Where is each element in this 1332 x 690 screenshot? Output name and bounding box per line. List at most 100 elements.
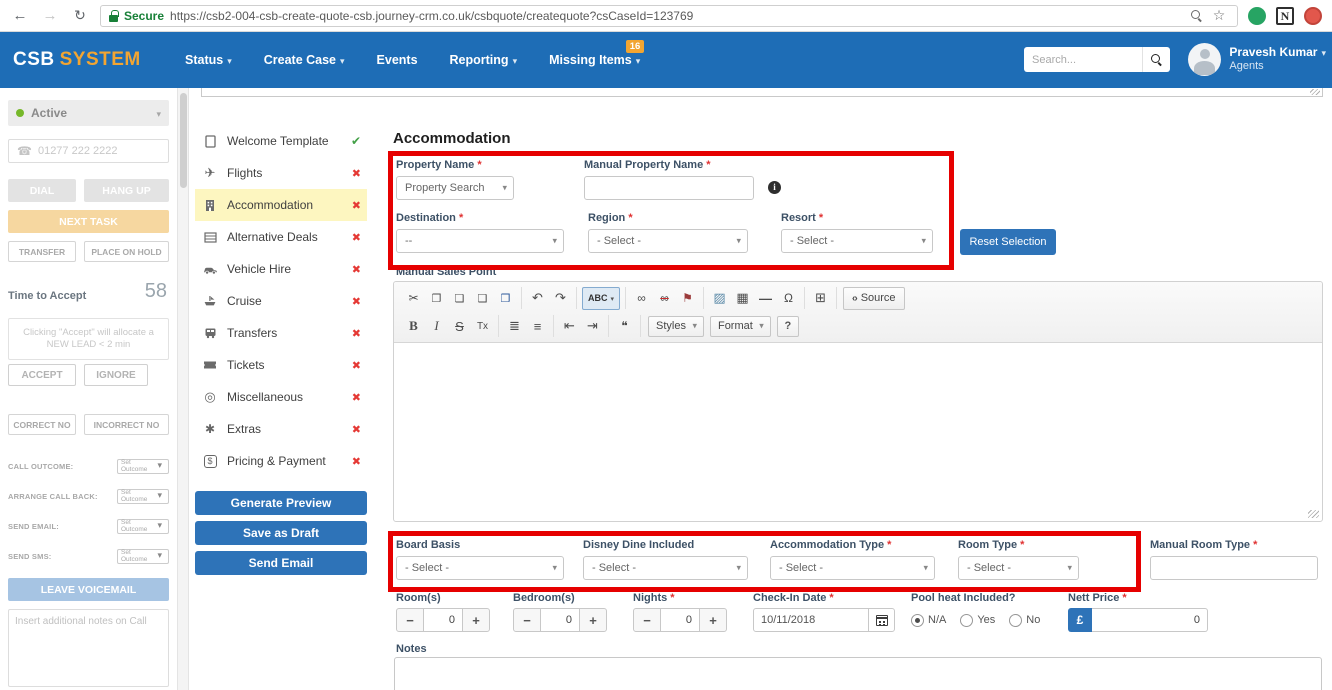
user-menu[interactable]: Pravesh Kumar Agents (1188, 43, 1326, 76)
resize-grip-icon[interactable] (1310, 89, 1320, 95)
leave-voicemail-button[interactable]: LEAVE VOICEMAIL (8, 578, 169, 601)
send-email-select[interactable]: Set Outcome (117, 518, 169, 534)
redo-icon[interactable] (549, 287, 572, 310)
table-icon[interactable] (731, 287, 754, 310)
resort-select[interactable]: - Select - (781, 229, 933, 253)
nav-item-flights[interactable]: Flights (195, 157, 367, 189)
nav-events[interactable]: Events (377, 53, 418, 67)
region-select[interactable]: - Select - (588, 229, 748, 253)
board-basis-select[interactable]: - Select - (396, 556, 564, 580)
ignore-button[interactable]: IGNORE (84, 364, 148, 386)
resize-grip-icon[interactable] (1308, 510, 1319, 518)
hang-up-button[interactable]: HANG UP (84, 179, 169, 202)
save-as-draft-button[interactable]: Save as Draft (195, 521, 367, 545)
nav-item-transfers[interactable]: Transfers (195, 317, 367, 349)
bulleted-list-icon[interactable] (526, 315, 549, 338)
bookmark-star-icon[interactable] (1209, 6, 1229, 26)
manual-property-name-input[interactable] (584, 176, 754, 200)
unlink-icon[interactable] (653, 287, 676, 310)
back-icon[interactable] (10, 6, 30, 26)
paste-as-text-icon[interactable] (471, 287, 494, 310)
horizontal-rule-icon[interactable] (754, 287, 777, 310)
arrange-call-back-select[interactable]: Set Outcome (117, 488, 169, 504)
spellcheck-button[interactable]: ABC (582, 286, 621, 310)
nav-item-accommodation[interactable]: Accommodation (195, 189, 367, 221)
styles-dropdown[interactable]: Styles (648, 315, 704, 337)
plus-button[interactable] (579, 608, 607, 632)
address-bar[interactable]: Secure https://csb2-004-csb-create-quote… (100, 4, 1238, 27)
indent-icon[interactable] (581, 315, 604, 338)
forward-icon[interactable] (40, 6, 60, 26)
nav-item-alternative-deals[interactable]: Alternative Deals (195, 221, 367, 253)
incorrect-no-button[interactable]: INCORRECT NO (84, 414, 169, 435)
refresh-icon[interactable] (70, 6, 90, 26)
nav-item-cruise[interactable]: Cruise (195, 285, 367, 317)
italic-icon[interactable] (425, 315, 448, 338)
nav-missing-items[interactable]: 16 Missing Items (549, 40, 645, 67)
place-on-hold-button[interactable]: PLACE ON HOLD (84, 241, 169, 262)
nav-item-tickets[interactable]: Tickets (195, 349, 367, 381)
url-text[interactable]: https://csb2-004-csb-create-quote-csb.jo… (170, 9, 1184, 23)
scrollbar-thumb[interactable] (180, 93, 187, 188)
generate-preview-button[interactable]: Generate Preview (195, 491, 367, 515)
call-notes-textarea[interactable] (8, 609, 169, 687)
extension-icon-red[interactable] (1304, 6, 1322, 25)
bold-icon[interactable] (402, 315, 425, 338)
dial-button[interactable]: DIAL (8, 179, 76, 202)
source-button[interactable]: Source (843, 286, 905, 310)
undo-icon[interactable] (526, 287, 549, 310)
reset-selection-button[interactable]: Reset Selection (960, 229, 1056, 255)
numbered-list-icon[interactable] (503, 315, 526, 338)
nav-item-extras[interactable]: Extras (195, 413, 367, 445)
disney-dine-select[interactable]: - Select - (583, 556, 748, 580)
manual-room-type-input[interactable] (1150, 556, 1318, 580)
minus-button[interactable] (513, 608, 541, 632)
app-logo[interactable]: CSB SYSTEM (13, 32, 141, 88)
transfer-button[interactable]: TRANSFER (8, 241, 76, 262)
destination-select[interactable]: -- (396, 229, 564, 253)
nav-item-miscellaneous[interactable]: Miscellaneous (195, 381, 367, 413)
anchor-flag-icon[interactable] (676, 287, 699, 310)
accommodation-type-select[interactable]: - Select - (770, 556, 935, 580)
plus-button[interactable] (462, 608, 490, 632)
next-task-button[interactable]: NEXT TASK (8, 210, 169, 233)
special-character-icon[interactable] (777, 287, 800, 310)
agent-status-dropdown[interactable]: Active (8, 100, 169, 126)
format-dropdown[interactable]: Format (709, 315, 771, 337)
search-button[interactable] (1142, 47, 1170, 72)
notes-textarea[interactable] (394, 657, 1322, 690)
remove-format-icon[interactable] (471, 315, 494, 338)
nav-item-vehicle-hire[interactable]: Vehicle Hire (195, 253, 367, 285)
nav-reporting[interactable]: Reporting (450, 53, 518, 67)
accept-button[interactable]: ACCEPT (8, 364, 76, 386)
about-button[interactable]: ? (776, 315, 799, 337)
nett-price-input[interactable] (1092, 608, 1208, 632)
minus-button[interactable] (396, 608, 424, 632)
plus-button[interactable] (699, 608, 727, 632)
check-in-date-input[interactable] (754, 609, 868, 631)
paste-icon[interactable] (448, 287, 471, 310)
link-icon[interactable] (630, 287, 653, 310)
maximize-icon[interactable] (809, 287, 832, 310)
calendar-button[interactable] (868, 609, 894, 631)
nav-status[interactable]: Status (185, 53, 232, 67)
radio-yes[interactable]: Yes (960, 613, 995, 627)
send-email-button[interactable]: Send Email (195, 551, 367, 575)
extension-icon-n[interactable]: N (1276, 6, 1294, 25)
outdent-icon[interactable] (558, 315, 581, 338)
nav-item-pricing-payment[interactable]: Pricing & Payment (195, 445, 367, 477)
call-outcome-select[interactable]: Set Outcome (117, 458, 169, 474)
copy-icon[interactable] (425, 287, 448, 310)
nav-item-welcome-template[interactable]: Welcome Template (195, 125, 367, 157)
correct-no-button[interactable]: CORRECT NO (8, 414, 76, 435)
send-sms-select[interactable]: Set Outcome (117, 548, 169, 564)
minus-button[interactable] (633, 608, 661, 632)
strikethrough-icon[interactable] (448, 315, 471, 338)
editor-content-area[interactable] (394, 343, 1322, 521)
vertical-scrollbar[interactable] (177, 88, 189, 690)
nav-create-case[interactable]: Create Case (264, 53, 345, 67)
search-input[interactable] (1024, 47, 1142, 72)
property-name-select[interactable]: Property Search (396, 176, 514, 200)
blockquote-icon[interactable] (613, 315, 636, 338)
phone-number-field[interactable]: 01277 222 2222 (8, 139, 169, 163)
